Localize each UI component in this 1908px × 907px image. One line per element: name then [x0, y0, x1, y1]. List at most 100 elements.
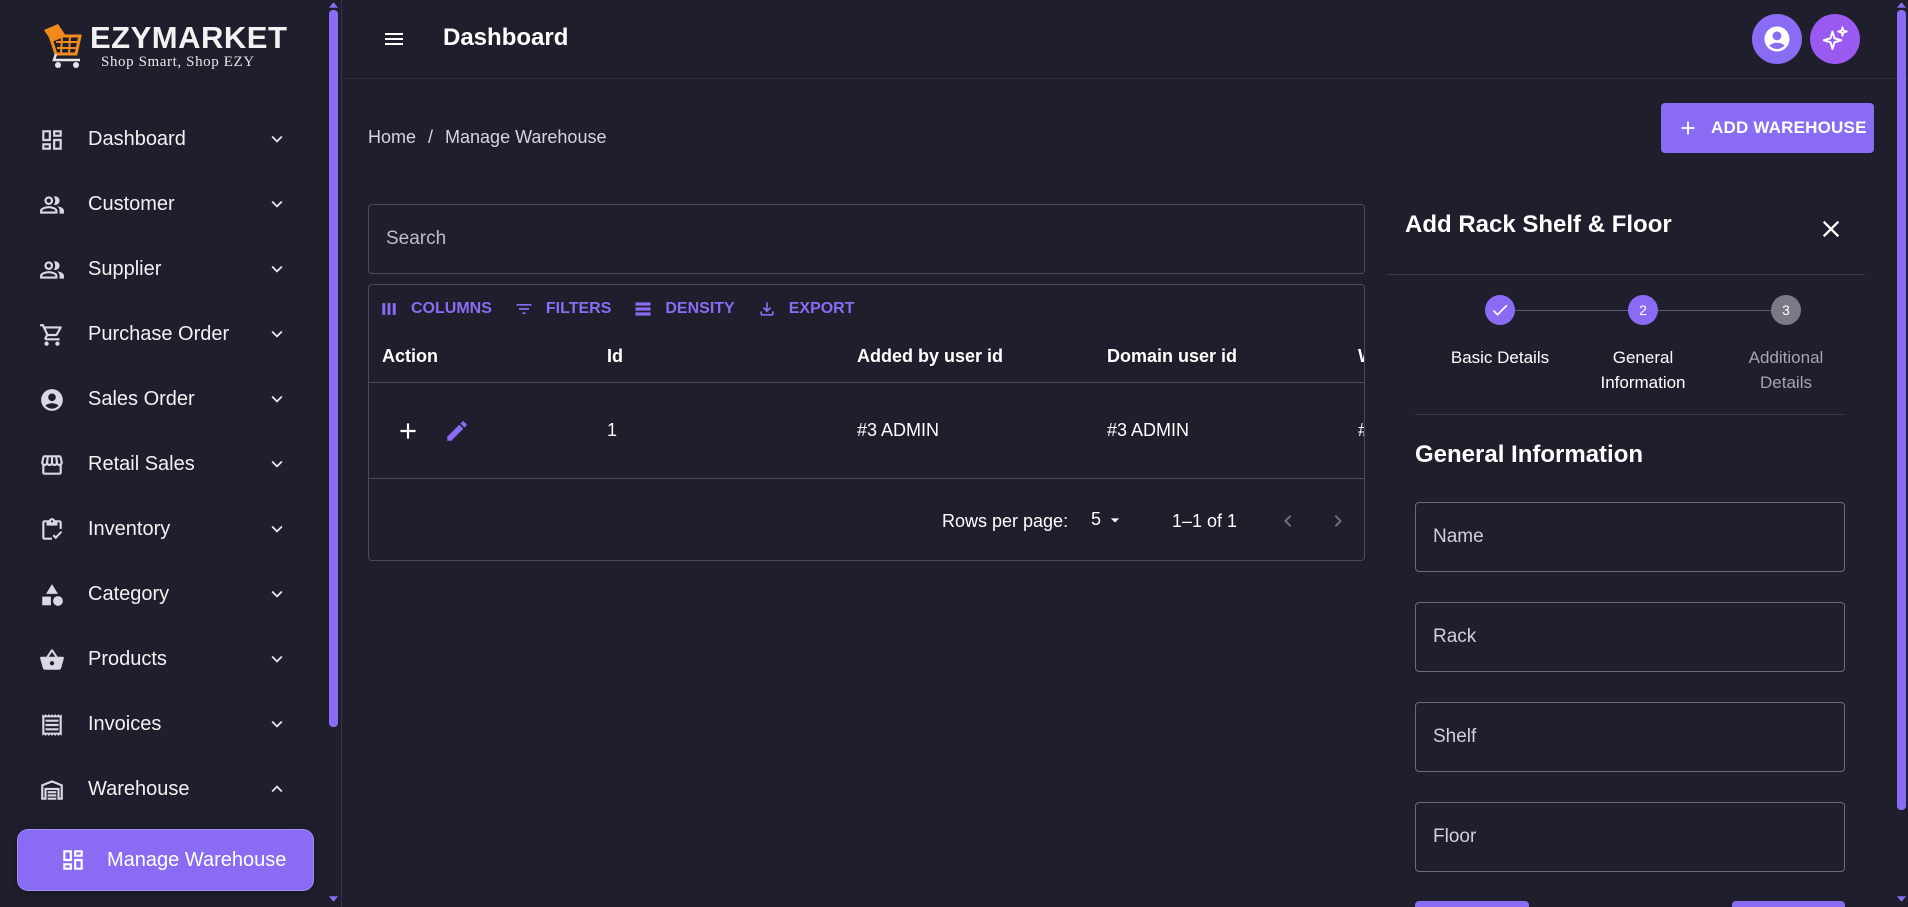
- sidebar-item-warehouse[interactable]: Warehouse: [0, 757, 330, 822]
- sidebar-item-inventory[interactable]: Inventory: [0, 497, 330, 562]
- brand-name: EZYMARKET: [90, 20, 288, 55]
- grid-toolbar: COLUMNS FILTERS DENSITY EXPORT: [379, 299, 877, 319]
- column-header-added-by[interactable]: Added by user id: [857, 346, 1003, 367]
- warehouse-data-grid: COLUMNS FILTERS DENSITY EXPORT Action Id…: [368, 284, 1365, 561]
- search-input[interactable]: [368, 204, 1365, 274]
- sidebar-item-retail-sales[interactable]: Retail Sales: [0, 432, 330, 497]
- columns-button[interactable]: COLUMNS: [379, 299, 492, 319]
- sidebar-item-category[interactable]: Category: [0, 562, 330, 627]
- account-circle-icon: [41, 388, 63, 411]
- ai-assistant-button[interactable]: [1810, 14, 1860, 64]
- step-number: 3: [1782, 302, 1790, 318]
- rows-per-page-label: Rows per page:: [942, 511, 1069, 531]
- add-icon[interactable]: [395, 418, 421, 444]
- hamburger-menu-icon[interactable]: [382, 27, 406, 51]
- floor-field[interactable]: [1415, 802, 1845, 872]
- scroll-down-arrow-icon[interactable]: [1897, 896, 1906, 902]
- grid-header-row: Action Id Added by user id Domain user i…: [369, 331, 1364, 383]
- shelf-field[interactable]: [1415, 702, 1845, 772]
- step-2-active[interactable]: 2: [1628, 295, 1658, 325]
- chevron-down-icon: [271, 590, 283, 598]
- chevron-right-icon[interactable]: [1326, 509, 1350, 533]
- filters-button[interactable]: FILTERS: [514, 299, 611, 319]
- chevron-down-icon: [271, 395, 283, 403]
- chevron-left-icon[interactable]: [1276, 509, 1300, 533]
- export-button[interactable]: EXPORT: [757, 299, 855, 319]
- name-field[interactable]: [1415, 502, 1845, 572]
- rack-field[interactable]: [1415, 602, 1845, 672]
- close-icon[interactable]: [1817, 215, 1845, 243]
- sidebar-item-purchase-order[interactable]: Purchase Order: [0, 302, 330, 367]
- people-icon: [40, 195, 64, 214]
- sidebar-item-supplier[interactable]: Supplier: [0, 237, 330, 302]
- rows-per-page-select[interactable]: 5: [1091, 509, 1125, 530]
- topbar: Dashboard: [343, 0, 1908, 79]
- section-title: General Information: [1415, 441, 1644, 468]
- step-label-line: Additional: [1748, 348, 1824, 367]
- sidebar-item-sales-order[interactable]: Sales Order: [0, 367, 330, 432]
- sidebar-item-customer[interactable]: Customer: [0, 172, 330, 237]
- store-icon: [41, 454, 63, 475]
- add-warehouse-label: ADD WAREHOUSE: [1711, 118, 1867, 137]
- rows-per-page-value: 5: [1091, 509, 1102, 529]
- sidebar-subitem-label: Manage Warehouse: [107, 848, 287, 871]
- edit-pencil-icon[interactable]: [444, 418, 470, 444]
- dashboard-icon: [63, 850, 83, 870]
- sidebar-item-invoices[interactable]: Invoices: [0, 692, 330, 757]
- basket-icon: [40, 648, 64, 670]
- cell-added-by: #3 ADMIN: [857, 420, 940, 440]
- scroll-up-arrow-icon[interactable]: [329, 2, 338, 8]
- cart-icon: [40, 323, 62, 346]
- divider: [1415, 414, 1845, 415]
- sidebar-item-dashboard[interactable]: Dashboard: [0, 107, 330, 172]
- step-label-line: Basic Details: [1450, 348, 1550, 367]
- column-header-action[interactable]: Action: [382, 346, 438, 367]
- step-label-line: General: [1612, 348, 1674, 367]
- step-1-label: Basic Details: [1440, 345, 1560, 370]
- account-circle-icon: [1764, 26, 1790, 52]
- cell-domain-user: #3 ADMIN: [1107, 420, 1190, 440]
- sidebar-subitem-manage-warehouse[interactable]: Manage Warehouse: [18, 830, 313, 890]
- back-button[interactable]: [1415, 901, 1529, 907]
- scroll-down-arrow-icon[interactable]: [329, 896, 338, 902]
- dashboard-icon: [42, 129, 62, 150]
- sidebar-item-label: Inventory: [88, 518, 171, 540]
- drawer-title: Add Rack Shelf & Floor: [1405, 211, 1672, 238]
- table-row[interactable]: 1 #3 ADMIN #3 ADMIN #: [369, 384, 1364, 479]
- sidebar-item-products[interactable]: Products: [0, 627, 330, 692]
- step-3-pending[interactable]: 3: [1771, 295, 1801, 325]
- chevron-up-icon: [271, 785, 283, 793]
- column-header-domain-user[interactable]: Domain user id: [1107, 346, 1237, 367]
- category-shapes-icon: [42, 583, 63, 606]
- chevron-down-icon: [271, 525, 283, 533]
- brand-tagline: Shop Smart, Shop EZY: [101, 54, 255, 70]
- user-account-button[interactable]: [1752, 14, 1802, 64]
- plus-icon: [1681, 121, 1695, 135]
- next-button[interactable]: [1732, 901, 1845, 907]
- filter-list-icon: [516, 304, 532, 314]
- sidebar-item-label: Supplier: [88, 258, 162, 280]
- divider: [1387, 274, 1865, 275]
- download-icon: [760, 302, 774, 316]
- chevron-down-icon: [271, 265, 283, 273]
- sidebar-item-label: Invoices: [88, 713, 162, 735]
- chevron-down-icon: [271, 655, 283, 663]
- breadcrumb-home-link[interactable]: Home: [368, 127, 416, 148]
- step-2-label: General Information: [1583, 345, 1703, 395]
- page-scrollbar[interactable]: [1897, 10, 1906, 810]
- sidebar-item-label: Retail Sales: [88, 453, 195, 475]
- density-button[interactable]: DENSITY: [633, 299, 735, 319]
- column-header-id[interactable]: Id: [607, 346, 623, 367]
- column-header-truncated[interactable]: W: [1358, 346, 1364, 367]
- people-icon: [40, 260, 64, 279]
- sidebar-scrollbar[interactable]: [329, 10, 338, 727]
- sidebar-item-label: Customer: [88, 193, 175, 215]
- scroll-up-arrow-icon[interactable]: [1897, 2, 1906, 8]
- clipboard-check-icon: [42, 517, 63, 540]
- export-label: EXPORT: [788, 300, 855, 317]
- chevron-down-icon: [271, 460, 283, 468]
- step-1-completed[interactable]: [1485, 295, 1515, 325]
- add-warehouse-button[interactable]: ADD WAREHOUSE: [1661, 103, 1874, 153]
- chevron-down-icon: [271, 330, 283, 338]
- density-icon: [635, 302, 651, 316]
